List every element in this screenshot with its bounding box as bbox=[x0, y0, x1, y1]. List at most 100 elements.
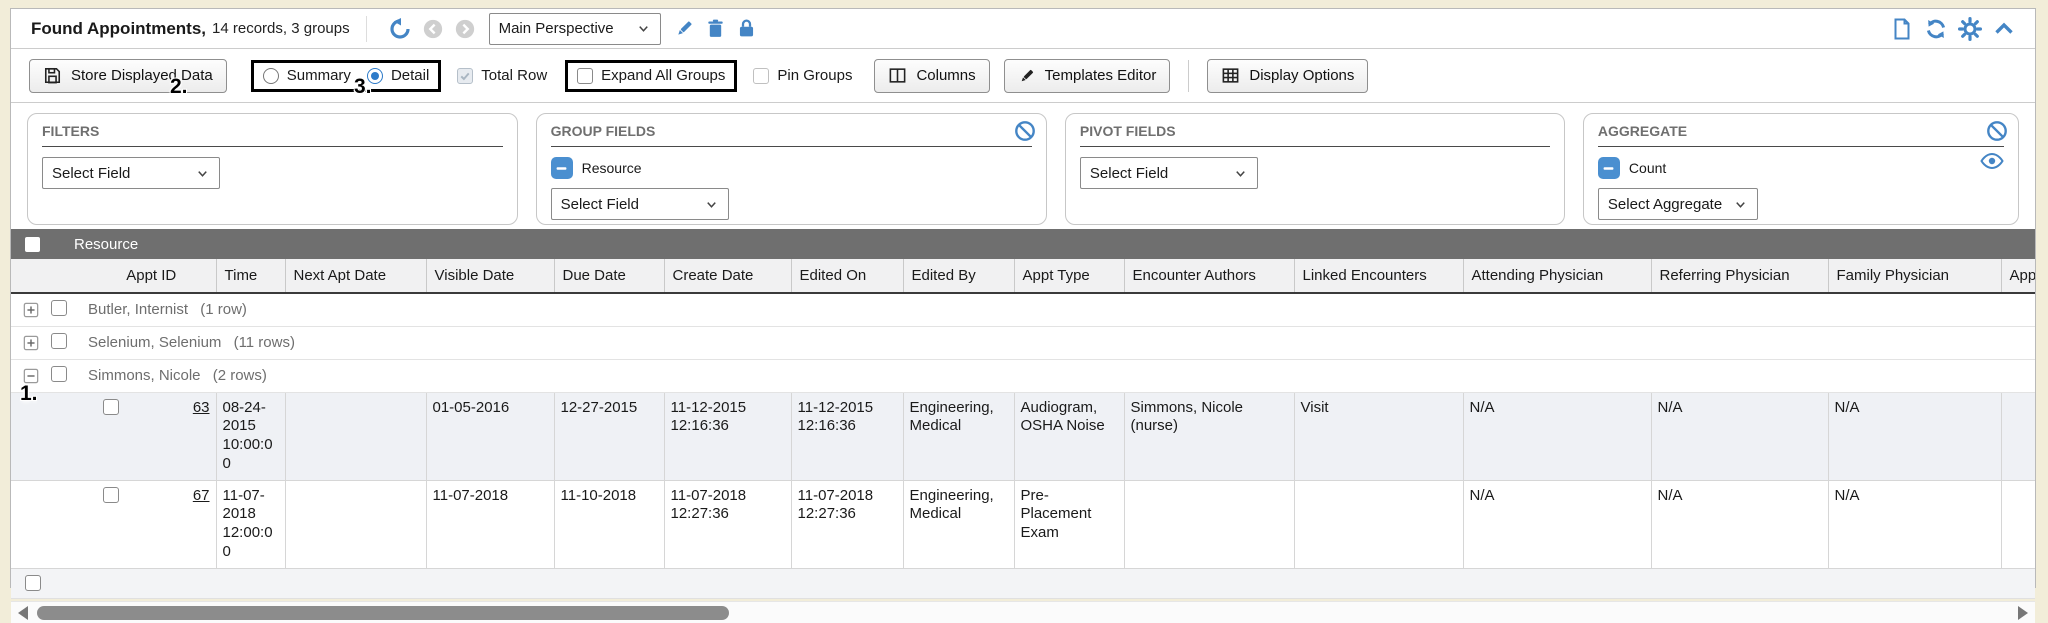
expand-plus-icon[interactable] bbox=[23, 302, 39, 318]
col-header-edited-by[interactable]: Edited By bbox=[903, 259, 1014, 293]
detail-radio-group[interactable]: Detail bbox=[367, 67, 429, 84]
nav-forward-icon[interactable] bbox=[454, 18, 476, 40]
total-row-checkbox[interactable] bbox=[457, 68, 473, 84]
group-checkbox[interactable] bbox=[51, 333, 67, 349]
appt-id-cell: 67 bbox=[87, 480, 216, 568]
group-row-selenium: Selenium, Selenium (11 rows) bbox=[11, 326, 2035, 359]
appt-type-cell: Pre-Placement Exam bbox=[1014, 480, 1124, 568]
group-bar-label: Resource bbox=[74, 236, 138, 253]
group-count: (2 rows) bbox=[213, 367, 267, 384]
lock-perspective-icon[interactable] bbox=[736, 18, 757, 39]
expand-all-groups-control[interactable]: Expand All Groups bbox=[577, 67, 725, 84]
clear-aggregate-icon[interactable] bbox=[1986, 120, 2008, 142]
expand-cell bbox=[11, 293, 47, 326]
group-row-simmons: Simmons, Nicole (2 rows) bbox=[11, 359, 2035, 392]
delete-perspective-icon[interactable] bbox=[705, 18, 726, 39]
pivot-field-select[interactable]: Select Field bbox=[1080, 157, 1258, 189]
col-header-referring-physician[interactable]: Referring Physician bbox=[1651, 259, 1828, 293]
expand-cell bbox=[11, 326, 47, 359]
aggregate-select-value: Select Aggregate bbox=[1608, 196, 1722, 213]
annotation-step-3: 3. bbox=[354, 75, 372, 99]
remove-aggregate-icon[interactable] bbox=[1598, 157, 1620, 179]
summary-radio[interactable] bbox=[263, 68, 279, 84]
pin-groups-control[interactable]: Pin Groups bbox=[753, 67, 852, 84]
edit-perspective-icon[interactable] bbox=[674, 18, 695, 39]
group-checkbox-cell bbox=[47, 326, 87, 359]
pin-groups-checkbox[interactable] bbox=[753, 68, 769, 84]
col-header-time[interactable]: Time bbox=[216, 259, 285, 293]
save-icon bbox=[43, 66, 62, 85]
toolbar: Store Displayed Data Summary Detail Tota… bbox=[11, 49, 2035, 103]
detail-label: Detail bbox=[391, 67, 429, 84]
group-field-item: Resource bbox=[551, 157, 1032, 179]
appointments-table-zone: Resource Appt ID Time Next Apt Date Visi… bbox=[11, 229, 2035, 623]
group-field-select[interactable]: Select Field bbox=[551, 188, 729, 220]
found-appointments-panel: Found Appointments, 14 records, 3 groups… bbox=[10, 8, 2036, 588]
scroll-right-arrow-icon[interactable] bbox=[2018, 606, 2028, 620]
visible-date-cell: 01-05-2016 bbox=[426, 392, 554, 480]
row-checkbox[interactable] bbox=[103, 399, 119, 415]
col-header-appt-re[interactable]: Appt Re bbox=[2001, 259, 2035, 293]
aggregate-select[interactable]: Select Aggregate bbox=[1598, 188, 1758, 220]
footer-checkbox[interactable] bbox=[25, 575, 41, 591]
visibility-eye-icon[interactable] bbox=[1980, 152, 2004, 170]
scroll-left-arrow-icon[interactable] bbox=[18, 606, 28, 620]
summary-radio-group[interactable]: Summary bbox=[263, 67, 351, 84]
group-checkbox[interactable] bbox=[51, 300, 67, 316]
select-all-checkbox[interactable] bbox=[25, 237, 40, 252]
col-header-family-physician[interactable]: Family Physician bbox=[1828, 259, 2001, 293]
expand-all-groups-checkbox[interactable] bbox=[577, 68, 593, 84]
templates-editor-button[interactable]: Templates Editor bbox=[1004, 59, 1171, 93]
col-header-encounter-authors[interactable]: Encounter Authors bbox=[1124, 259, 1294, 293]
scrollbar-thumb[interactable] bbox=[37, 606, 729, 620]
divider bbox=[366, 16, 367, 42]
encounter-authors-cell bbox=[1124, 480, 1294, 568]
settings-gear-icon[interactable] bbox=[1958, 17, 1982, 41]
col-header-linked-encounters[interactable]: Linked Encounters bbox=[1294, 259, 1463, 293]
edited-by-cell: Engineering, Medical bbox=[903, 480, 1014, 568]
header-expand-col bbox=[11, 259, 47, 293]
remove-group-field-icon[interactable] bbox=[551, 157, 573, 179]
expand-plus-icon[interactable] bbox=[23, 335, 39, 351]
appt-id-link[interactable]: 67 bbox=[193, 487, 210, 506]
group-fields-panel: GROUP FIELDS Resource Select Field bbox=[536, 113, 1047, 225]
summary-detail-highlight-box: Summary Detail bbox=[251, 60, 442, 92]
col-header-appt-id[interactable]: Appt ID bbox=[87, 259, 216, 293]
filters-field-select[interactable]: Select Field bbox=[42, 157, 220, 189]
col-header-attending-physician[interactable]: Attending Physician bbox=[1463, 259, 1651, 293]
col-header-next-apt-date[interactable]: Next Apt Date bbox=[285, 259, 426, 293]
col-header-create-date[interactable]: Create Date bbox=[664, 259, 791, 293]
col-header-due-date[interactable]: Due Date bbox=[554, 259, 664, 293]
table-footer-bar bbox=[11, 569, 2035, 599]
appointment-row-67: 67 11-07-2018 12:00:00 11-07-2018 11-10-… bbox=[11, 480, 2035, 568]
refresh-icon[interactable] bbox=[1924, 17, 1948, 41]
columns-button[interactable]: Columns bbox=[874, 59, 989, 93]
page-title: Found Appointments, bbox=[31, 19, 206, 39]
new-document-icon[interactable] bbox=[1890, 17, 1914, 41]
horizontal-scrollbar[interactable] bbox=[11, 601, 2035, 623]
appt-id-link[interactable]: 63 bbox=[193, 399, 210, 418]
collapse-panel-icon[interactable] bbox=[1992, 17, 2016, 41]
display-options-button[interactable]: Display Options bbox=[1207, 59, 1368, 93]
group-checkbox[interactable] bbox=[51, 366, 67, 382]
col-header-visible-date[interactable]: Visible Date bbox=[426, 259, 554, 293]
total-row-control[interactable]: Total Row bbox=[457, 67, 547, 84]
nav-back-icon[interactable] bbox=[422, 18, 444, 40]
store-displayed-data-button[interactable]: Store Displayed Data bbox=[29, 59, 227, 93]
group-checkbox-cell bbox=[47, 359, 87, 392]
group-label-cell: Butler, Internist (1 row) bbox=[87, 293, 2035, 326]
chevron-down-icon bbox=[195, 166, 210, 181]
expand-all-groups-label: Expand All Groups bbox=[601, 67, 725, 84]
col-header-edited-on[interactable]: Edited On bbox=[791, 259, 903, 293]
perspective-select[interactable]: Main Perspective bbox=[489, 13, 661, 45]
col-header-appt-type[interactable]: Appt Type bbox=[1014, 259, 1124, 293]
undo-icon[interactable] bbox=[388, 17, 412, 41]
pencil-icon bbox=[1018, 67, 1036, 85]
clear-group-fields-icon[interactable] bbox=[1014, 120, 1036, 142]
row-indent-cell bbox=[11, 480, 87, 568]
filters-panel: FILTERS Select Field bbox=[27, 113, 518, 225]
appt-id-cell: 63 bbox=[87, 392, 216, 480]
group-count: (11 rows) bbox=[234, 334, 295, 351]
field-panels-row: FILTERS Select Field GROUP FIELDS Resour… bbox=[11, 103, 2035, 221]
row-checkbox[interactable] bbox=[103, 487, 119, 503]
